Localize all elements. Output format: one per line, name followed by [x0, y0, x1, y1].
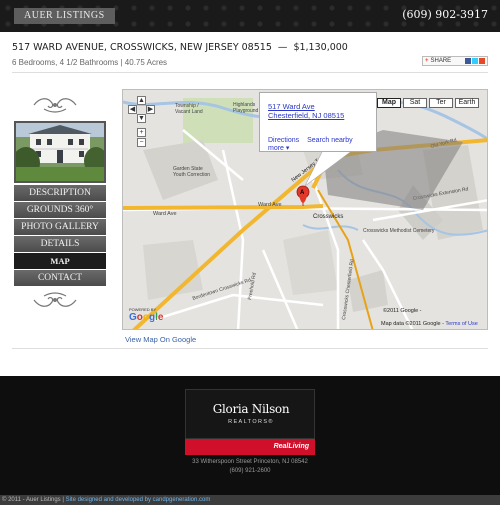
email-icon: [479, 58, 485, 64]
title-separator: —: [277, 42, 288, 53]
listing-price: $1,130,000: [293, 42, 348, 53]
google-logo[interactable]: Google: [129, 312, 163, 323]
info-address[interactable]: 517 Ward Ave Chesterfield, NJ 08515: [268, 102, 344, 120]
footer: Gloria Nilson REALTORS® RealLiving 33 Wi…: [0, 376, 500, 495]
header-bar: AUER LISTINGS (609) 902-3917: [0, 0, 500, 32]
logo-brand: RealLiving: [273, 443, 309, 450]
plus-icon: +: [425, 58, 429, 64]
footer-phone: (609) 921-2600: [229, 468, 271, 474]
zoom-out-icon[interactable]: −: [137, 138, 146, 147]
info-links: Directions Search nearby more ▾: [268, 137, 376, 152]
label-playground: Playground: [233, 108, 259, 114]
menu-item-details[interactable]: DETAILS: [14, 236, 106, 252]
header-phone: (609) 902-3917: [402, 8, 488, 21]
map-view[interactable]: Township / Vacant Land Highlands Playgro…: [122, 89, 488, 330]
property-photo[interactable]: [14, 121, 106, 183]
search-nearby-link[interactable]: Search nearby: [307, 137, 353, 144]
label-crosswicks: Crosswicks: [313, 214, 343, 220]
listing-title: 517 WARD AVENUE, CROSSWICKS, NEW JERSEY …: [12, 42, 348, 53]
map-info-window: 517 Ward Ave Chesterfield, NJ 08515 Dire…: [259, 92, 377, 152]
menu-item-grounds-360[interactable]: GROUNDS 360°: [14, 202, 106, 218]
directions-link[interactable]: Directions: [268, 137, 299, 144]
pan-left-icon[interactable]: ◀: [128, 105, 137, 114]
map-data-credit: Map data ©2011 Google - Terms of Use: [381, 321, 478, 327]
view-map-on-google-link[interactable]: View Map On Google: [125, 335, 196, 344]
logo-name: Gloria Nilson: [212, 402, 290, 416]
more-link[interactable]: more ▾: [268, 145, 289, 152]
zoom-in-icon[interactable]: +: [137, 128, 146, 137]
pan-down-icon[interactable]: ▼: [137, 114, 146, 123]
map-type-map[interactable]: Map: [377, 98, 401, 108]
marker-label: A: [300, 190, 305, 196]
menu-item-description[interactable]: DESCRIPTION: [14, 185, 106, 201]
listing-address: 517 WARD AVENUE, CROSSWICKS, NEW JERSEY …: [12, 42, 272, 53]
pan-right-icon[interactable]: ▶: [146, 105, 155, 114]
designer-credit-link[interactable]: Site designed and developed by candpgene…: [66, 497, 211, 503]
info-address-line2[interactable]: Chesterfield, NJ 08515: [268, 111, 344, 120]
listing-details: 6 Bedrooms, 4 1/2 Bathrooms | 40.75 Acre…: [12, 58, 168, 67]
flourish-top-icon: [33, 98, 77, 113]
facebook-icon: [465, 58, 471, 64]
info-address-line1[interactable]: 517 Ward Ave: [268, 102, 344, 111]
share-button[interactable]: + SHARE: [422, 56, 488, 66]
label-ward-ave: Ward Ave: [153, 211, 177, 217]
label-vacant: Vacant Land: [175, 109, 203, 115]
map-copyright: ©2011 Google -: [383, 308, 422, 314]
divider: [12, 72, 488, 73]
map-type-selector: Map Sat Ter Earth: [375, 98, 479, 108]
terms-of-use-link[interactable]: Terms of Use: [445, 321, 477, 327]
menu-item-photo-gallery[interactable]: PHOTO GALLERY: [14, 219, 106, 235]
bottom-copyright: © 2011 - Auer Listings |: [2, 497, 66, 503]
label-ward-ave-2: Ward Ave: [258, 202, 282, 208]
twitter-icon: [472, 58, 478, 64]
site-brand[interactable]: AUER LISTINGS: [14, 8, 115, 24]
bottom-bar: © 2011 - Auer Listings | Site designed a…: [0, 495, 500, 505]
logo-sub: REALTORS®: [228, 419, 274, 425]
map-type-earth[interactable]: Earth: [455, 98, 479, 108]
pan-up-icon[interactable]: ▲: [137, 96, 146, 105]
label-methodist: Crosswicks Methodist Cemetery: [363, 228, 435, 234]
share-label: SHARE: [430, 58, 452, 64]
map-type-ter[interactable]: Ter: [429, 98, 453, 108]
menu-item-contact[interactable]: CONTACT: [14, 270, 106, 286]
divider-bottom: [12, 348, 488, 349]
menu-item-map[interactable]: MAP: [14, 253, 106, 269]
gloria-nilson-logo[interactable]: Gloria Nilson REALTORS® RealLiving: [185, 389, 315, 455]
label-youth: Youth Correction: [173, 172, 210, 178]
logo-red-band: RealLiving: [185, 439, 315, 455]
map-type-sat[interactable]: Sat: [403, 98, 427, 108]
flourish-bottom-icon: [33, 292, 77, 307]
logo-box: Gloria Nilson REALTORS®: [185, 389, 315, 439]
listing-menu: DESCRIPTION GROUNDS 360° PHOTO GALLERY D…: [14, 185, 106, 287]
social-icons: [464, 58, 485, 67]
map-data-text: Map data ©2011 Google -: [381, 321, 444, 327]
footer-address: 33 Witherspoon Street Princeton, NJ 0854…: [192, 459, 308, 465]
